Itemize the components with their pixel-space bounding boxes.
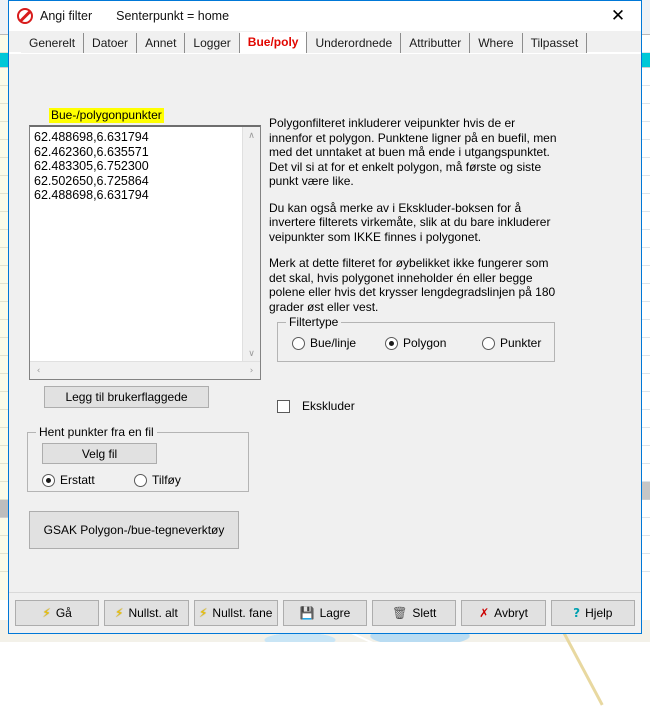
window-title: Angi filter xyxy=(40,9,92,23)
radio-label: Erstatt xyxy=(60,473,95,487)
title-bar: Angi filter Senterpunkt = home ✕ xyxy=(9,1,641,31)
radio-indicator[interactable] xyxy=(292,337,305,350)
file-group-title: Hent punkter fra en fil xyxy=(36,425,157,439)
list-item[interactable]: 62.483305,6.752300 xyxy=(34,159,243,174)
help-text: Polygonfilteret inkluderer veipunkter hv… xyxy=(269,116,559,326)
cancel-button-label: Avbryt xyxy=(494,606,528,620)
map-road xyxy=(559,625,604,706)
help-paragraph-2: Du kan også merke av i Ekskluder-boksen … xyxy=(269,201,559,245)
lightning-icon: ⚡ xyxy=(199,607,207,619)
filtertype-group: Filtertype Bue/linje Polygon Punkter xyxy=(277,322,555,362)
choose-file-button[interactable]: Velg fil xyxy=(42,443,157,464)
list-item[interactable]: 62.488698,6.631794 xyxy=(34,130,243,145)
radio-punkter[interactable]: Punkter xyxy=(482,336,541,350)
dialog-body: Bue-/polygonpunkter 62.488698,6.631794 6… xyxy=(9,54,641,592)
horizontal-scrollbar[interactable]: ‹ › xyxy=(30,361,260,379)
scroll-left-icon[interactable]: ‹ xyxy=(30,366,47,376)
scroll-up-icon[interactable]: ∧ xyxy=(243,127,260,144)
points-listbox[interactable]: 62.488698,6.631794 62.462360,6.635571 62… xyxy=(29,125,261,380)
scroll-down-icon[interactable]: ∨ xyxy=(243,345,260,362)
floppy-disk-icon: 💾 xyxy=(300,607,315,619)
gsak-polygon-tool-button[interactable]: GSAK Polygon-/bue-tegneverktøy xyxy=(29,511,239,549)
radio-indicator[interactable] xyxy=(482,337,495,350)
delete-button[interactable]: 🗑 Slett xyxy=(372,600,456,626)
red-x-icon: ✗ xyxy=(479,607,489,619)
radio-polygon[interactable]: Polygon xyxy=(385,336,446,350)
tab-bue-poly[interactable]: Bue/poly xyxy=(240,32,308,53)
reset-tab-button[interactable]: ⚡ Nullst. fane xyxy=(194,600,278,626)
tab-where[interactable]: Where xyxy=(470,33,522,53)
close-icon[interactable]: ✕ xyxy=(595,1,641,31)
reset-all-button[interactable]: ⚡ Nullst. alt xyxy=(104,600,188,626)
save-button-label: Lagre xyxy=(320,606,351,620)
tab-logger[interactable]: Logger xyxy=(185,33,239,53)
tab-tilpasset[interactable]: Tilpasset xyxy=(523,33,588,53)
add-userflagged-button[interactable]: Legg til brukerflaggede xyxy=(44,386,209,408)
tab-datoer[interactable]: Datoer xyxy=(84,33,137,53)
radio-bue-linje[interactable]: Bue/linje xyxy=(292,336,356,350)
delete-button-label: Slett xyxy=(412,606,436,620)
tab-attributter[interactable]: Attributter xyxy=(401,33,470,53)
tab-generelt[interactable]: Generelt xyxy=(21,33,84,53)
file-group: Hent punkter fra en fil Velg fil Erstatt… xyxy=(27,432,249,492)
filtertype-group-title: Filtertype xyxy=(286,315,341,329)
radio-erstatt[interactable]: Erstatt xyxy=(42,473,95,487)
lightning-icon: ⚡ xyxy=(42,607,50,619)
radio-indicator[interactable] xyxy=(134,474,147,487)
question-mark-icon: ? xyxy=(573,607,580,619)
points-list-items[interactable]: 62.488698,6.631794 62.462360,6.635571 62… xyxy=(30,127,243,362)
no-entry-icon xyxy=(17,8,33,24)
reset-tab-button-label: Nullst. fane xyxy=(212,606,272,620)
exclude-checkbox[interactable]: Ekskluder xyxy=(277,399,355,413)
save-button[interactable]: 💾 Lagre xyxy=(283,600,367,626)
help-button[interactable]: ? Hjelp xyxy=(551,600,635,626)
exclude-label: Ekskluder xyxy=(302,399,355,413)
filter-dialog: Angi filter Senterpunkt = home ✕ Generel… xyxy=(8,0,642,634)
tab-underordnede[interactable]: Underordnede xyxy=(307,33,401,53)
cancel-button[interactable]: ✗ Avbryt xyxy=(461,600,545,626)
trash-icon: 🗑 xyxy=(392,607,407,619)
radio-label: Polygon xyxy=(403,336,446,350)
help-paragraph-3: Merk at dette filteret for øybelikket ik… xyxy=(269,256,559,314)
points-label: Bue-/polygonpunkter xyxy=(49,108,164,123)
radio-label: Punkter xyxy=(500,336,541,350)
radio-tilfoy[interactable]: Tilføy xyxy=(134,473,181,487)
run-button-label: Gå xyxy=(56,606,72,620)
radio-label: Bue/linje xyxy=(310,336,356,350)
help-button-label: Hjelp xyxy=(585,606,612,620)
bottom-button-bar: ⚡ Gå ⚡ Nullst. alt ⚡ Nullst. fane 💾 Lagr… xyxy=(9,592,641,633)
list-item[interactable]: 62.462360,6.635571 xyxy=(34,145,243,160)
vertical-scrollbar[interactable]: ∧ ∨ xyxy=(242,127,260,362)
tab-strip: Generelt Datoer Annet Logger Bue/poly Un… xyxy=(9,31,641,54)
checkbox-indicator[interactable] xyxy=(277,400,290,413)
radio-label: Tilføy xyxy=(152,473,181,487)
list-item[interactable]: 62.502650,6.725864 xyxy=(34,174,243,189)
list-item[interactable]: 62.488698,6.631794 xyxy=(34,188,243,203)
run-button[interactable]: ⚡ Gå xyxy=(15,600,99,626)
scroll-right-icon[interactable]: › xyxy=(243,366,260,376)
radio-indicator[interactable] xyxy=(42,474,55,487)
tab-annet[interactable]: Annet xyxy=(137,33,185,53)
radio-indicator[interactable] xyxy=(385,337,398,350)
reset-all-button-label: Nullst. alt xyxy=(128,606,177,620)
help-paragraph-1: Polygonfilteret inkluderer veipunkter hv… xyxy=(269,116,559,189)
lightning-icon: ⚡ xyxy=(115,607,123,619)
window-subtitle: Senterpunkt = home xyxy=(116,9,229,23)
